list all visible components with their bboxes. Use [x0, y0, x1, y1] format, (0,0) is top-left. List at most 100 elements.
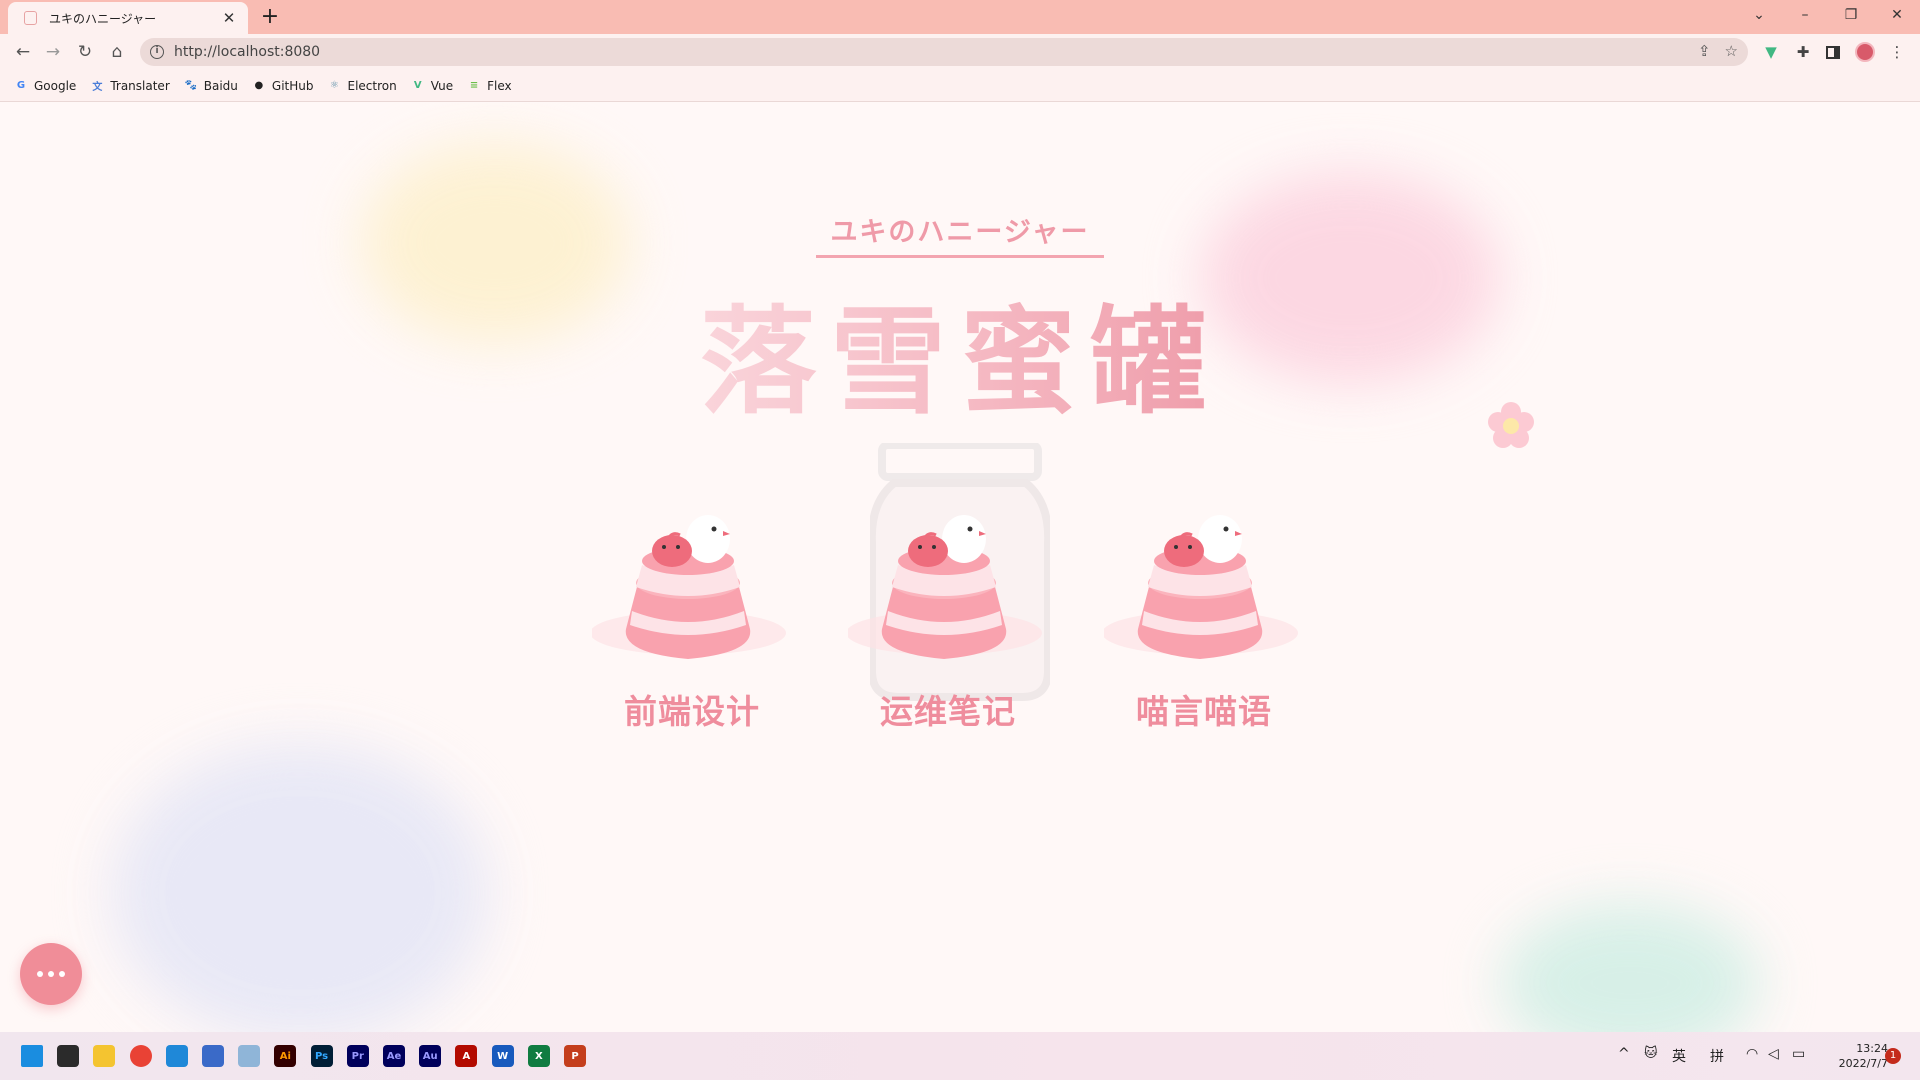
clock[interactable]: 13:24 2022/7/7: [1822, 1041, 1888, 1071]
taskview-icon-glyph: [57, 1045, 80, 1067]
yellow-cloud-decoration: [360, 143, 630, 343]
chrome-icon-glyph: [129, 1045, 152, 1067]
translate-icon: 文: [92, 82, 103, 93]
bookmark-star-icon[interactable]: ☆: [1725, 42, 1738, 60]
start-icon-glyph: [21, 1045, 43, 1067]
profile-avatar[interactable]: [1854, 42, 1876, 62]
volume-icon[interactable]: ◁: [1768, 1046, 1779, 1062]
premiere-icon[interactable]: Pr: [342, 1040, 374, 1072]
bookmark-label: GitHub: [271, 78, 314, 93]
aftereffects-icon[interactable]: Ae: [378, 1040, 410, 1072]
aftereffects-icon-glyph: Ae: [383, 1045, 405, 1067]
bookmark-label: Vue: [430, 78, 454, 93]
bookmark-label: Electron: [347, 78, 397, 93]
app-icon[interactable]: [197, 1040, 229, 1072]
battery-icon[interactable]: ▭: [1792, 1046, 1805, 1062]
restore-button[interactable]: ❐: [1828, 0, 1874, 30]
bookmark-github[interactable]: ● GitHub: [252, 79, 314, 93]
word-icon-glyph: W: [491, 1045, 514, 1067]
notification-badge[interactable]: 1: [1885, 1048, 1901, 1064]
page-title: 落雪蜜罐: [680, 268, 1240, 436]
word-icon[interactable]: W: [487, 1040, 519, 1072]
pink-cloud-decoration: [1200, 173, 1500, 383]
start-icon[interactable]: [16, 1040, 48, 1072]
electron-icon: ⚛: [330, 80, 339, 91]
taskview-icon[interactable]: [52, 1040, 84, 1072]
forward-arrow-icon[interactable]: →: [40, 40, 66, 64]
app-icon-glyph: [202, 1045, 224, 1067]
photos-icon[interactable]: [233, 1040, 265, 1072]
new-tab-button[interactable]: +: [258, 5, 282, 29]
bookmark-electron[interactable]: ⚛ Electron: [328, 79, 397, 93]
extensions-puzzle-icon[interactable]: ✚: [1792, 42, 1814, 62]
flower-icon: [1488, 402, 1534, 448]
tab-search-chevron-icon[interactable]: ⌄: [1736, 0, 1782, 30]
tab-close-icon[interactable]: ✕: [220, 9, 238, 27]
card-ops-notes[interactable]: 运维笔记: [838, 503, 1058, 743]
url-text[interactable]: http://localhost:8080: [174, 44, 320, 60]
site-info-icon[interactable]: i: [150, 45, 164, 59]
tray-cat-icon[interactable]: 🐱: [1644, 1046, 1658, 1061]
card-frontend-design[interactable]: 前端设计: [582, 503, 802, 743]
google-icon: G: [16, 80, 26, 91]
card-label[interactable]: 前端设计: [582, 685, 802, 733]
clock-time: 13:24: [1856, 1042, 1888, 1055]
menu-kebab-icon[interactable]: ⋮: [1886, 42, 1908, 62]
bookmark-label: Baidu: [203, 78, 238, 93]
bookmark-baidu[interactable]: 🐾 Baidu: [184, 79, 238, 93]
file-explorer-icon[interactable]: [88, 1040, 120, 1072]
page-content: ユキのハニージャー 落雪蜜罐 前端设计 运维笔记 喵言喵语: [0, 103, 1920, 1032]
bird-cake-icon: [592, 515, 786, 659]
bookmark-vue[interactable]: V Vue: [411, 79, 453, 93]
windows-taskbar: ^ 🐱 英 拼 ◠ ◁ ▭ 13:24 2022/7/7 1 Ai Ps Pr Ae A…: [0, 1032, 1920, 1080]
acrobat-icon[interactable]: A: [450, 1040, 482, 1072]
baidu-icon: 🐾: [184, 80, 197, 91]
bookmark-google[interactable]: G Google: [14, 79, 76, 93]
side-panel-icon[interactable]: [1822, 42, 1844, 62]
file-explorer-icon-glyph: [93, 1045, 116, 1067]
audition-icon[interactable]: Au: [414, 1040, 446, 1072]
photos-icon-glyph: [238, 1045, 261, 1067]
back-arrow-icon[interactable]: ←: [10, 40, 36, 64]
more-menu-button[interactable]: [20, 943, 82, 1005]
home-icon[interactable]: ⌂: [104, 40, 130, 64]
card-label[interactable]: 运维笔记: [838, 685, 1058, 733]
illustrator-icon-glyph: Ai: [274, 1045, 297, 1067]
bookmark-flex[interactable]: ≡ Flex: [467, 79, 512, 93]
minimize-button[interactable]: –: [1782, 0, 1828, 30]
ime-language[interactable]: 英: [1672, 1046, 1686, 1066]
bookmark-translater[interactable]: 文 Translater: [90, 78, 170, 94]
photoshop-icon-glyph: Ps: [310, 1045, 333, 1067]
vscode-icon-glyph: [165, 1045, 188, 1067]
chrome-icon[interactable]: [125, 1040, 157, 1072]
share-icon[interactable]: ⇪: [1698, 42, 1711, 60]
excel-icon[interactable]: X: [523, 1040, 555, 1072]
bird-cake-icon: [848, 515, 1042, 659]
wifi-icon[interactable]: ◠: [1746, 1046, 1758, 1062]
lavender-cloud-decoration: [110, 743, 490, 1032]
browser-tab[interactable]: ユキのハニージャー ✕: [8, 2, 248, 34]
card-meow-talk[interactable]: 喵言喵语: [1094, 503, 1314, 743]
flex-icon: ≡: [469, 80, 479, 91]
github-icon: ●: [254, 80, 264, 91]
card-label[interactable]: 喵言喵语: [1094, 685, 1314, 733]
browser-titlebar: ユキのハニージャー ✕ + ⌄ – ❐ ✕: [0, 0, 1920, 34]
address-bar[interactable]: i http://localhost:8080 ⇪ ☆: [140, 38, 1748, 66]
powerpoint-icon-glyph: P: [564, 1045, 586, 1067]
browser-toolbar: ← → ↻ ⌂ i http://localhost:8080 ⇪ ☆ ▼ ✚ …: [0, 34, 1920, 70]
vue-devtools-icon[interactable]: ▼: [1760, 42, 1782, 62]
bookmark-label: Translater: [110, 78, 170, 93]
bookmark-label: Flex: [487, 78, 512, 93]
mint-cloud-decoration: [1500, 903, 1760, 1032]
bookmarks-bar: G Google 文 Translater 🐾 Baidu ● GitHub ⚛ Electron…: [0, 70, 1920, 102]
vscode-icon[interactable]: [161, 1040, 193, 1072]
powerpoint-icon[interactable]: P: [559, 1040, 591, 1072]
acrobat-icon-glyph: A: [455, 1045, 478, 1067]
photoshop-icon[interactable]: Ps: [306, 1040, 338, 1072]
close-window-button[interactable]: ✕: [1874, 0, 1920, 30]
reload-icon[interactable]: ↻: [72, 40, 98, 64]
tray-overflow-chevron-icon[interactable]: ^: [1618, 1046, 1630, 1062]
illustrator-icon[interactable]: Ai: [269, 1040, 301, 1072]
ime-mode[interactable]: 拼: [1710, 1046, 1724, 1066]
excel-icon-glyph: X: [527, 1045, 550, 1067]
